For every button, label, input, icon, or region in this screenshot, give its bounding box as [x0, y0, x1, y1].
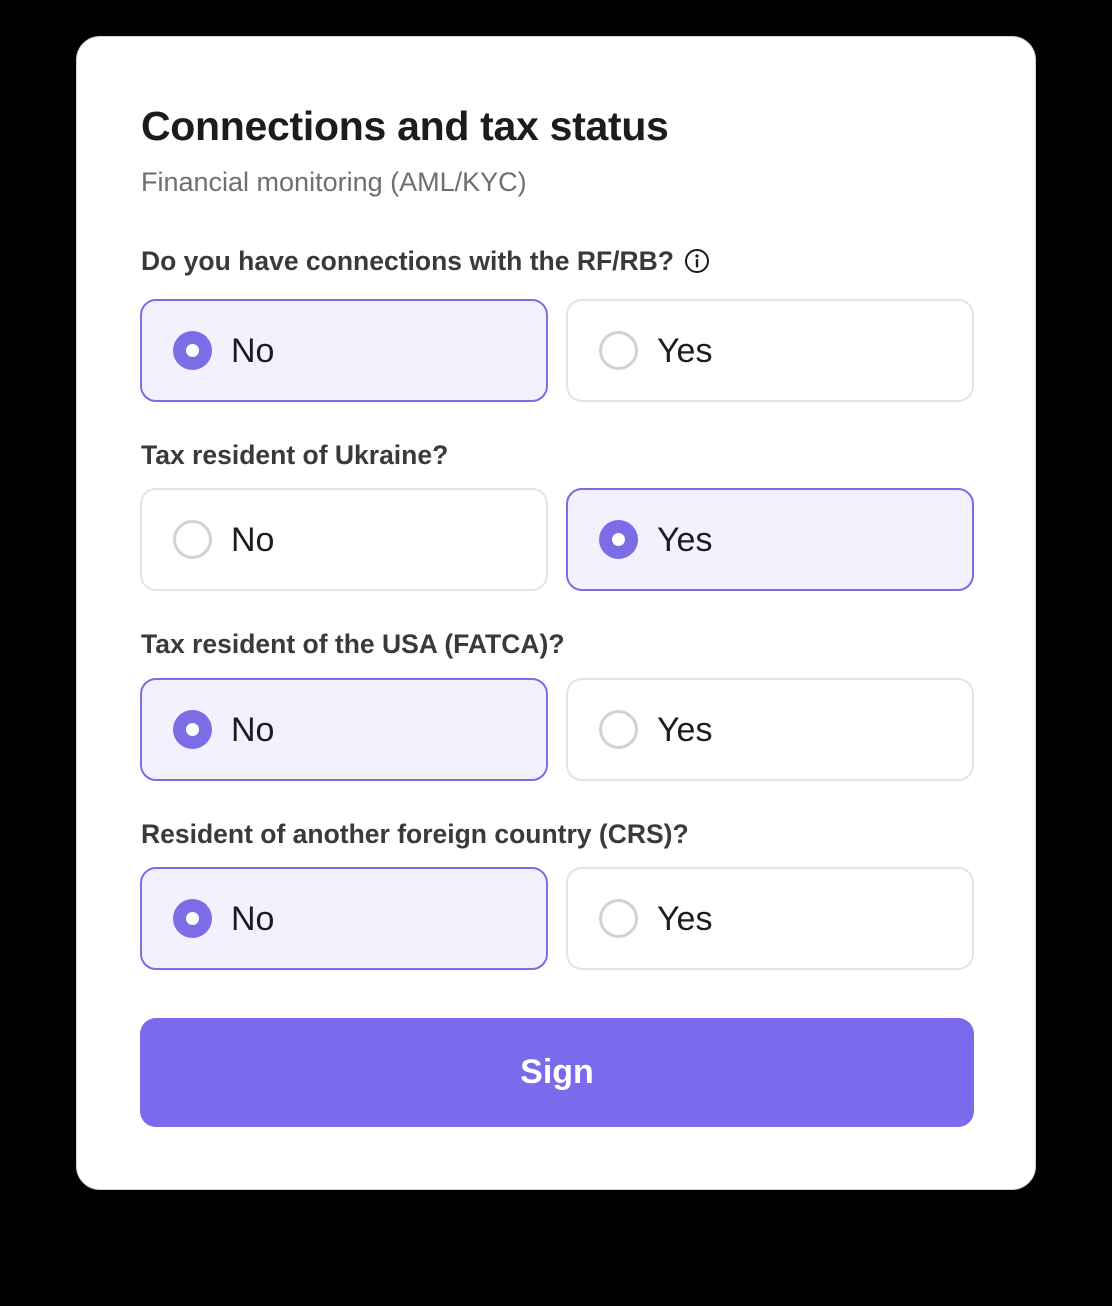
option-no[interactable]: No [140, 867, 548, 970]
option-group-rf-rb-connections: No Yes [140, 299, 974, 402]
radio-selected-icon[interactable] [173, 710, 212, 749]
option-yes[interactable]: Yes [566, 867, 974, 970]
question-foreign-resident-crs: Resident of another foreign country (CRS… [141, 818, 689, 850]
info-circle-icon[interactable] [684, 248, 710, 274]
option-no[interactable]: No [140, 488, 548, 591]
sign-button[interactable]: Sign [140, 1018, 974, 1127]
radio-selected-icon[interactable] [173, 331, 212, 370]
option-no[interactable]: No [140, 299, 548, 402]
radio-unselected-icon[interactable] [599, 899, 638, 938]
radio-unselected-icon[interactable] [599, 710, 638, 749]
option-yes[interactable]: Yes [566, 678, 974, 781]
option-label: No [231, 332, 275, 370]
option-label: No [231, 521, 275, 559]
option-group-tax-resident-usa-fatca: No Yes [140, 678, 974, 781]
radio-unselected-icon[interactable] [173, 520, 212, 559]
option-label: No [231, 900, 275, 938]
radio-selected-icon[interactable] [173, 899, 212, 938]
option-no[interactable]: No [140, 678, 548, 781]
option-group-tax-resident-ukraine: No Yes [140, 488, 974, 591]
form-subtitle: Financial monitoring (AML/KYC) [141, 167, 527, 197]
question-tax-resident-usa-fatca: Tax resident of the USA (FATCA)? [141, 628, 565, 660]
tax-status-form-card: Connections and tax status Financial mon… [76, 36, 1036, 1190]
option-label: Yes [657, 900, 713, 938]
question-label: Tax resident of the USA (FATCA)? [141, 629, 565, 659]
question-label: Resident of another foreign country (CRS… [141, 819, 689, 849]
option-group-foreign-resident-crs: No Yes [140, 867, 974, 970]
option-label: Yes [657, 521, 713, 559]
question-rf-rb-connections: Do you have connections with the RF/RB? [141, 245, 710, 277]
form-title: Connections and tax status [141, 103, 669, 149]
option-yes[interactable]: Yes [566, 299, 974, 402]
radio-unselected-icon[interactable] [599, 331, 638, 370]
option-label: Yes [657, 711, 713, 749]
question-label: Do you have connections with the RF/RB? [141, 246, 674, 276]
option-label: Yes [657, 332, 713, 370]
question-tax-resident-ukraine: Tax resident of Ukraine? [141, 439, 448, 471]
option-yes[interactable]: Yes [566, 488, 974, 591]
question-label: Tax resident of Ukraine? [141, 440, 449, 470]
radio-selected-icon[interactable] [599, 520, 638, 559]
option-label: No [231, 711, 275, 749]
